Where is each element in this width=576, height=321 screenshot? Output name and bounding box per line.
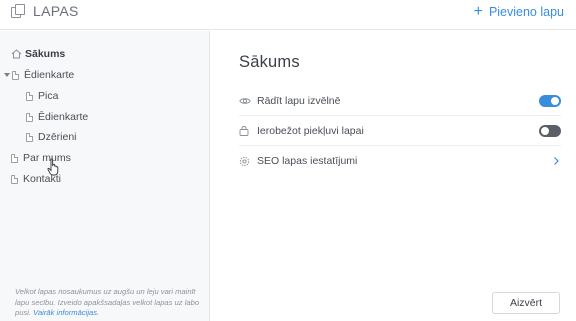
sidebar-help-text: Velkot lapas nosaukumus uz augšu un leju…	[15, 287, 203, 319]
setting-label: SEO lapas iestatījumi	[257, 155, 358, 167]
show-in-menu-toggle[interactable]	[539, 94, 561, 107]
sidebar-item-pica[interactable]: Pica	[26, 89, 58, 103]
sidebar: Sākums Ēdienkarte Pica Ēdienkarte Dzērie…	[0, 31, 210, 321]
setting-show-in-menu[interactable]: Rādīt lapu izvēlnē	[239, 86, 561, 116]
setting-restrict-access[interactable]: Ierobežot piekļuvi lapai	[239, 116, 561, 146]
page-icon	[11, 153, 18, 163]
page-icon	[26, 112, 33, 122]
gear-icon	[239, 156, 253, 167]
setting-seo[interactable]: SEO lapas iestatījumi	[239, 146, 561, 176]
sidebar-item-edienkarte[interactable]: Ēdienkarte	[4, 68, 74, 82]
sidebar-item-label: Ēdienkarte	[24, 69, 75, 81]
page-icon	[12, 70, 19, 80]
top-bar: LAPAS + Pievieno lapu	[0, 0, 576, 30]
close-button[interactable]: Aizvērt	[492, 292, 560, 314]
sidebar-item-sakums[interactable]: Sākums	[11, 47, 65, 61]
page-icon	[26, 132, 33, 142]
page-settings-panel: Sākums Rādīt lapu izvēlnē Ierobežot piek…	[211, 31, 576, 321]
hand-cursor-icon	[47, 158, 59, 176]
caret-down-icon[interactable]	[4, 73, 10, 77]
app-title: LAPAS	[11, 3, 79, 19]
restrict-access-toggle[interactable]	[539, 124, 561, 137]
close-button-label: Aizvērt	[509, 297, 543, 309]
lock-icon	[239, 125, 253, 136]
add-page-button[interactable]: + Pievieno lapu	[474, 4, 564, 20]
eye-icon	[239, 97, 253, 105]
sidebar-item-par-mums[interactable]: Par mums	[11, 151, 71, 165]
home-icon	[11, 49, 22, 59]
page-icon	[26, 91, 33, 101]
plus-icon: +	[473, 3, 483, 20]
sidebar-item-edienkarte-sub[interactable]: Ēdienkarte	[26, 110, 88, 124]
setting-label: Rādīt lapu izvēlnē	[257, 94, 341, 107]
page-icon	[11, 174, 18, 184]
more-info-link[interactable]: Vairāk informācijas.	[33, 308, 99, 317]
pages-icon	[11, 4, 27, 18]
setting-label: Ierobežot piekļuvi lapai	[257, 124, 364, 137]
sidebar-item-label: Ēdienkarte	[38, 111, 89, 123]
sidebar-item-label: Sākums	[25, 48, 66, 60]
sidebar-item-dzerieni[interactable]: Dzērieni	[26, 130, 77, 144]
app-title-label: LAPAS	[33, 3, 79, 19]
add-page-label: Pievieno lapu	[488, 5, 564, 19]
sidebar-item-label: Dzērieni	[38, 131, 77, 143]
page-title: Sākums	[239, 53, 300, 71]
chevron-right-icon[interactable]	[551, 156, 561, 166]
sidebar-item-label: Pica	[38, 90, 59, 102]
